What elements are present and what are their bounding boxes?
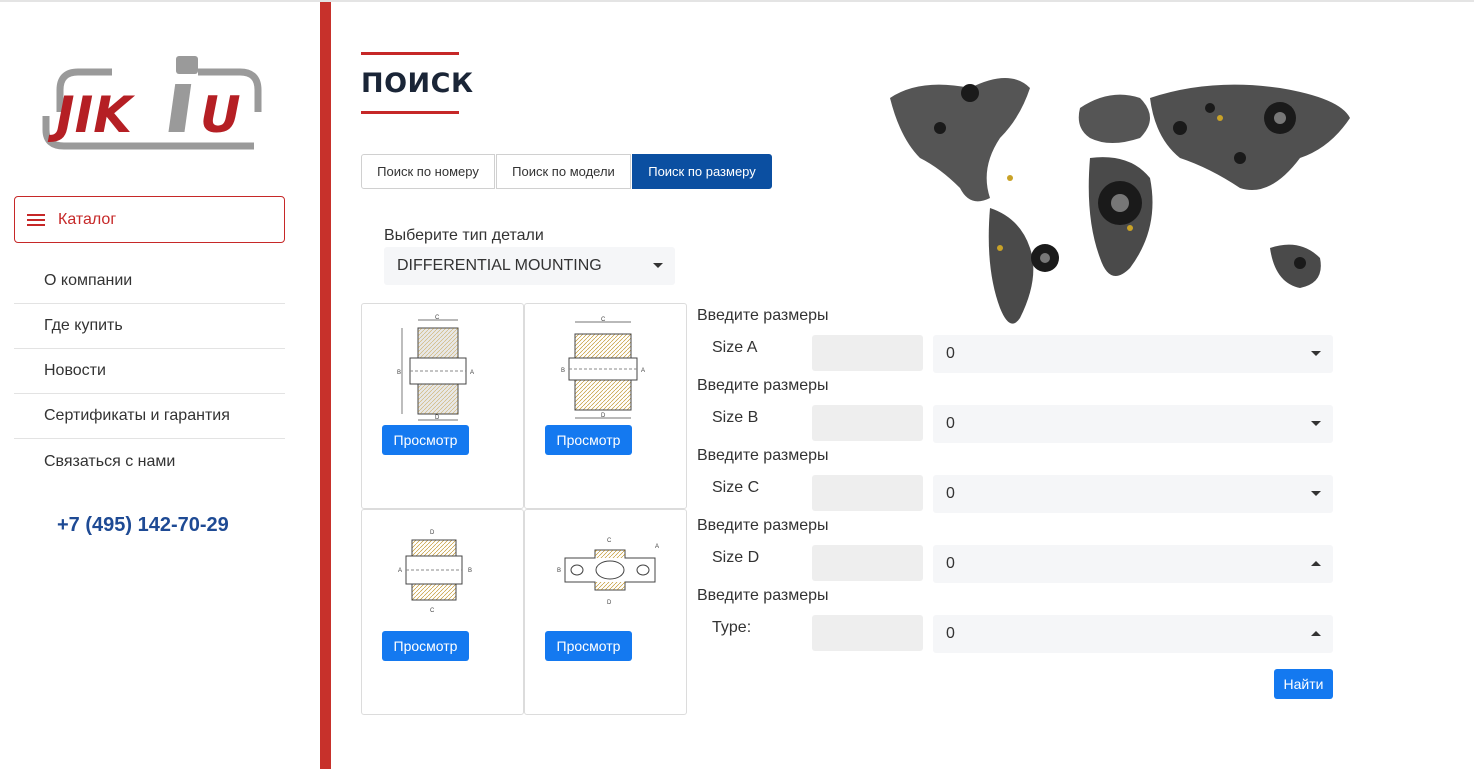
- nav-item-news[interactable]: Новости: [14, 349, 285, 394]
- size-prompt: Введите размеры: [697, 447, 829, 464]
- view-button[interactable]: Просмотр: [545, 631, 632, 661]
- svg-text:C: C: [607, 538, 612, 544]
- size-c-input[interactable]: [812, 475, 923, 511]
- type-input[interactable]: [812, 615, 923, 651]
- find-button[interactable]: Найти: [1274, 669, 1333, 699]
- size-c-label: Size C: [712, 479, 760, 496]
- svg-text:A: A: [470, 370, 474, 376]
- svg-text:D: D: [435, 415, 440, 421]
- size-prompt: Введите размеры: [697, 517, 829, 534]
- page-title-block: ПОИСК: [361, 52, 474, 114]
- type-label: Type:: [712, 619, 752, 636]
- part-type-select[interactable]: DIFFERENTIAL MOUNTING: [384, 247, 675, 285]
- svg-text:B: B: [557, 568, 561, 574]
- size-d-label: Size D: [712, 549, 760, 566]
- tab-search-by-size[interactable]: Поиск по размеру: [632, 154, 772, 189]
- view-button[interactable]: Просмотр: [382, 425, 469, 455]
- type-select[interactable]: 0: [933, 615, 1333, 653]
- caret-down-icon: [1311, 351, 1321, 356]
- search-tabs: Поиск по номеру Поиск по модели Поиск по…: [361, 154, 773, 189]
- drawing-card: C D B A Просмотр: [524, 303, 687, 509]
- part-drawing-3-icon: D C A B: [398, 530, 472, 614]
- size-b-value: 0: [946, 415, 955, 432]
- drawing-card: C D B A Просмотр: [524, 509, 687, 715]
- nav-item-contact[interactable]: Связаться с нами: [14, 439, 285, 484]
- svg-text:D: D: [607, 600, 612, 606]
- menu-icon: [27, 213, 45, 226]
- size-prompt: Введите размеры: [697, 377, 829, 394]
- nav-item-about[interactable]: О компании: [14, 259, 285, 304]
- svg-text:A: A: [655, 544, 659, 550]
- svg-text:A: A: [398, 568, 402, 574]
- size-a-value: 0: [946, 345, 955, 362]
- jikiu-logo[interactable]: JIK U: [40, 50, 270, 156]
- part-type-value: DIFFERENTIAL MOUNTING: [397, 257, 602, 274]
- svg-text:C: C: [430, 608, 435, 614]
- svg-text:B: B: [397, 370, 401, 376]
- catalog-label: Каталог: [58, 210, 117, 228]
- svg-text:B: B: [468, 568, 472, 574]
- caret-down-icon: [1311, 491, 1321, 496]
- size-c-select[interactable]: 0: [933, 475, 1333, 513]
- view-button[interactable]: Просмотр: [545, 425, 632, 455]
- drawing-card: C D B A Просмотр: [361, 303, 524, 509]
- size-d-input[interactable]: [812, 545, 923, 581]
- caret-down-icon: [653, 263, 663, 268]
- caret-down-icon: [1311, 421, 1321, 426]
- tab-search-by-model[interactable]: Поиск по модели: [496, 154, 631, 189]
- caret-up-icon: [1311, 561, 1321, 566]
- svg-text:D: D: [430, 530, 435, 536]
- svg-text:U: U: [200, 86, 241, 144]
- caret-up-icon: [1311, 631, 1321, 636]
- size-b-select[interactable]: 0: [933, 405, 1333, 443]
- size-a-label: Size A: [712, 339, 758, 356]
- part-drawing-1-icon: C D B A: [397, 315, 474, 421]
- title-bottom-line: [361, 111, 459, 114]
- nav-item-where-to-buy[interactable]: Где купить: [14, 304, 285, 349]
- drawing-card: D C A B Просмотр: [361, 509, 524, 715]
- sidebar: JIK U Каталог О компании Где купить Ново…: [0, 2, 320, 769]
- page-title: ПОИСК: [361, 68, 474, 99]
- sidebar-nav: О компании Где купить Новости Сертификат…: [14, 259, 285, 484]
- size-a-input[interactable]: [812, 335, 923, 371]
- phone-number[interactable]: +7 (495) 142-70-29: [57, 514, 229, 537]
- size-b-label: Size B: [712, 409, 759, 426]
- part-drawing-2-icon: C D B A: [561, 317, 645, 419]
- size-d-value: 0: [946, 555, 955, 572]
- size-a-select[interactable]: 0: [933, 335, 1333, 373]
- svg-text:JIK: JIK: [47, 86, 135, 144]
- catalog-button[interactable]: Каталог: [14, 196, 285, 243]
- sidebar-divider: [320, 2, 331, 769]
- size-b-input[interactable]: [812, 405, 923, 441]
- size-prompt: Введите размеры: [697, 307, 829, 324]
- part-drawing-4-icon: C D B A: [557, 538, 659, 606]
- svg-text:B: B: [561, 368, 565, 374]
- tab-search-by-number[interactable]: Поиск по номеру: [361, 154, 495, 189]
- view-button[interactable]: Просмотр: [382, 631, 469, 661]
- size-c-value: 0: [946, 485, 955, 502]
- size-prompt: Введите размеры: [697, 587, 829, 604]
- svg-text:D: D: [601, 413, 606, 419]
- svg-text:C: C: [601, 317, 606, 323]
- nav-item-certificates[interactable]: Сертификаты и гарантия: [14, 394, 285, 439]
- size-d-select[interactable]: 0: [933, 545, 1333, 583]
- parts-world-map-image: [890, 78, 1350, 324]
- part-type-label: Выберите тип детали: [384, 227, 544, 244]
- svg-text:C: C: [435, 315, 440, 321]
- svg-text:A: A: [641, 368, 645, 374]
- type-value: 0: [946, 625, 955, 642]
